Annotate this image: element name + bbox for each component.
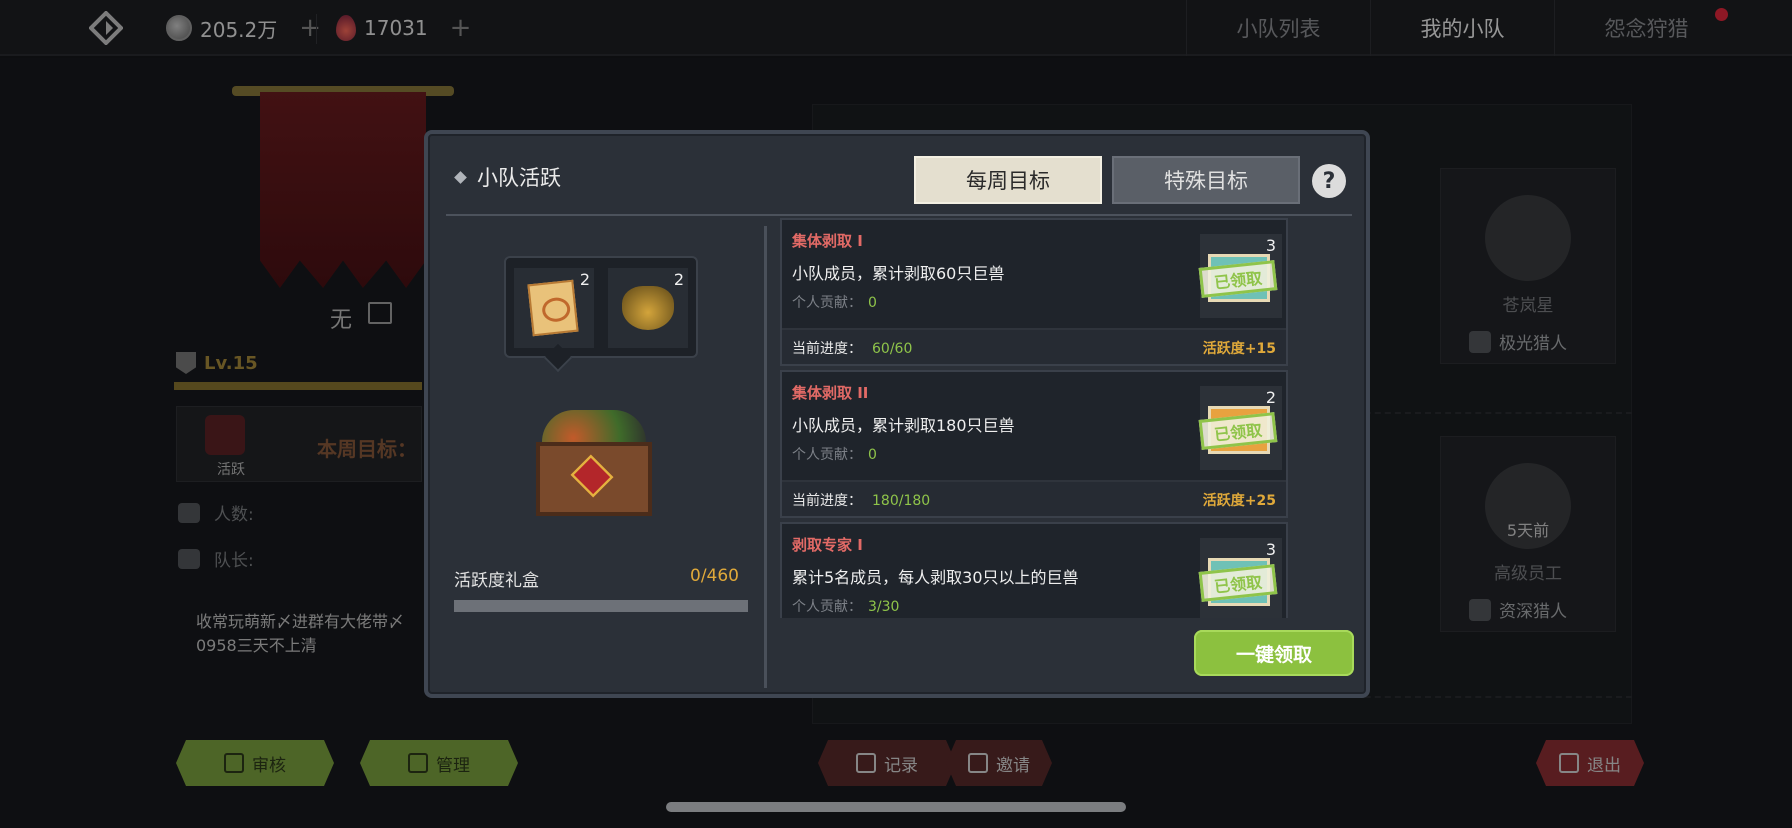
task-reward[interactable]: 3 已领取 [1198,538,1282,618]
gift-progress-bar [454,600,748,612]
header-divider [446,214,1352,216]
task-desc: 累计5名成员，每人剥取30只以上的巨兽 [792,568,1079,587]
mask-icon [622,286,674,330]
reward-count: 3 [1265,236,1276,255]
tab-special-goals[interactable]: 特殊目标 [1112,156,1300,204]
tab-label: 每周目标 [966,169,1050,193]
progress-value: 60/60 [872,341,913,357]
task-reward[interactable]: 2 已领取 [1198,386,1282,470]
contrib-value: 0 [868,447,877,463]
help-icon[interactable]: ? [1312,164,1346,198]
progress-label: 当前进度： [792,341,862,357]
modal-title: 小队活跃 [454,162,561,192]
reward-count: 2 [579,270,590,289]
claim-all-button[interactable]: 一键领取 [1194,630,1354,676]
contrib-label: 个人贡献： [792,599,862,615]
task-list[interactable]: 集体剥取 I 小队成员，累计剥取60只巨兽 个人贡献： 0 3 已领取 当前进度：… [780,218,1288,618]
activity-reward: 活跃度+15 [1202,341,1276,357]
task-card: 集体剥取 I 小队成员，累计剥取60只巨兽 个人贡献： 0 3 已领取 当前进度：… [780,218,1288,366]
activity-reward: 活跃度+25 [1202,493,1276,509]
progress-value: 180/180 [872,493,931,509]
personal-contribution: 个人贡献： 0 [792,292,877,312]
gift-chest-icon[interactable] [528,396,660,518]
progress-label: 当前进度： [792,493,862,509]
gift-label: 活跃度礼盒 [454,571,539,591]
reward-count: 2 [673,270,684,289]
reward-count: 3 [1265,540,1276,559]
task-reward[interactable]: 3 已领取 [1198,234,1282,318]
gift-reward-preview: 2 2 [504,256,698,358]
task-card: 集体剥取 II 小队成员，累计剥取180只巨兽 个人贡献： 0 2 已领取 当前进… [780,370,1288,518]
task-name: 集体剥取 II [792,384,869,402]
task-progress-row: 当前进度： 180/180 活跃度+25 [782,480,1286,516]
home-indicator[interactable] [666,802,1126,812]
reward-count: 2 [1265,388,1276,407]
scroll-icon [527,279,579,337]
task-desc: 小队成员，累计剥取180只巨兽 [792,416,1015,435]
contrib-label: 个人贡献： [792,447,862,463]
task-card: 剥取专家 I 累计5名成员，每人剥取30只以上的巨兽 个人贡献： 3/30 3 已… [780,522,1288,618]
diamond-icon [454,170,467,184]
contrib-label: 个人贡献： [792,295,862,311]
tab-label: 特殊目标 [1164,169,1248,193]
task-desc: 小队成员，累计剥取60只巨兽 [792,264,1005,283]
team-activity-modal: 小队活跃 每周目标 特殊目标 ? 2 2 活跃度礼盒 0/460 集体剥取 I … [424,130,1370,698]
task-name: 集体剥取 I [792,232,863,250]
reward-item[interactable]: 2 [608,268,688,348]
contrib-value: 3/30 [868,599,900,615]
gift-progress-value: 0/460 [690,566,739,586]
contrib-value: 0 [868,295,877,311]
task-name: 剥取专家 I [792,536,863,554]
column-divider [764,226,767,688]
reward-item[interactable]: 2 [514,268,594,348]
personal-contribution: 个人贡献： 0 [792,444,877,464]
personal-contribution: 个人贡献： 3/30 [792,596,899,616]
modal-title-text: 小队活跃 [477,166,561,190]
task-progress-row: 当前进度： 60/60 活跃度+15 [782,328,1286,364]
tab-weekly-goals[interactable]: 每周目标 [914,156,1102,204]
